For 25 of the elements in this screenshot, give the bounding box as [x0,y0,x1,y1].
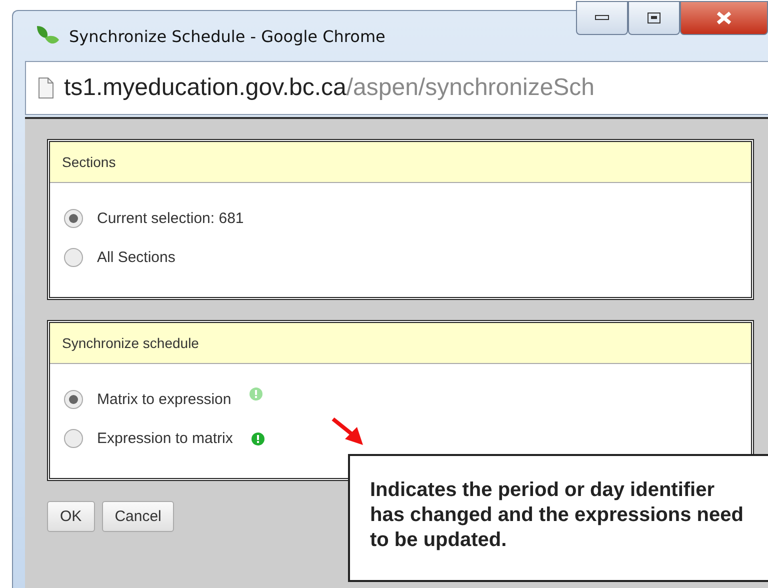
url-path: /aspen/synchronizeSch [346,74,595,102]
option-label: Current selection: 681 [97,210,244,227]
radio-button[interactable] [64,390,83,409]
panel-header: Sections [50,142,751,183]
url-host: ts1.myeducation.gov.bc.ca [64,74,346,102]
option-label: Expression to matrix [97,430,233,447]
dialog-button[interactable]: OK [47,501,95,532]
minimize-button[interactable] [576,1,628,35]
panel-header: Synchronize schedule [50,323,751,364]
radio-button[interactable] [64,248,83,267]
close-button[interactable] [680,1,768,35]
close-icon [716,11,732,25]
minimize-icon [595,15,609,21]
option-label: Matrix to expression [97,391,232,408]
callout-text: Indicates the period or day identifier has changed and the expressions need to be updated. [348,454,768,582]
radio-button[interactable] [64,429,83,448]
maximize-button[interactable] [628,1,680,35]
dialog-button[interactable]: Cancel [102,501,174,532]
option-label: All Sections [97,249,176,266]
window-title: Synchronize Schedule - Google Chrome [69,26,386,46]
arrow-icon [331,417,365,447]
maximize-icon [647,12,661,24]
page-icon [38,77,54,99]
radio-button[interactable] [64,209,83,228]
address-bar[interactable]: ts1.myeducation.gov.bc.ca/aspen/synchronizeSch [25,61,768,115]
